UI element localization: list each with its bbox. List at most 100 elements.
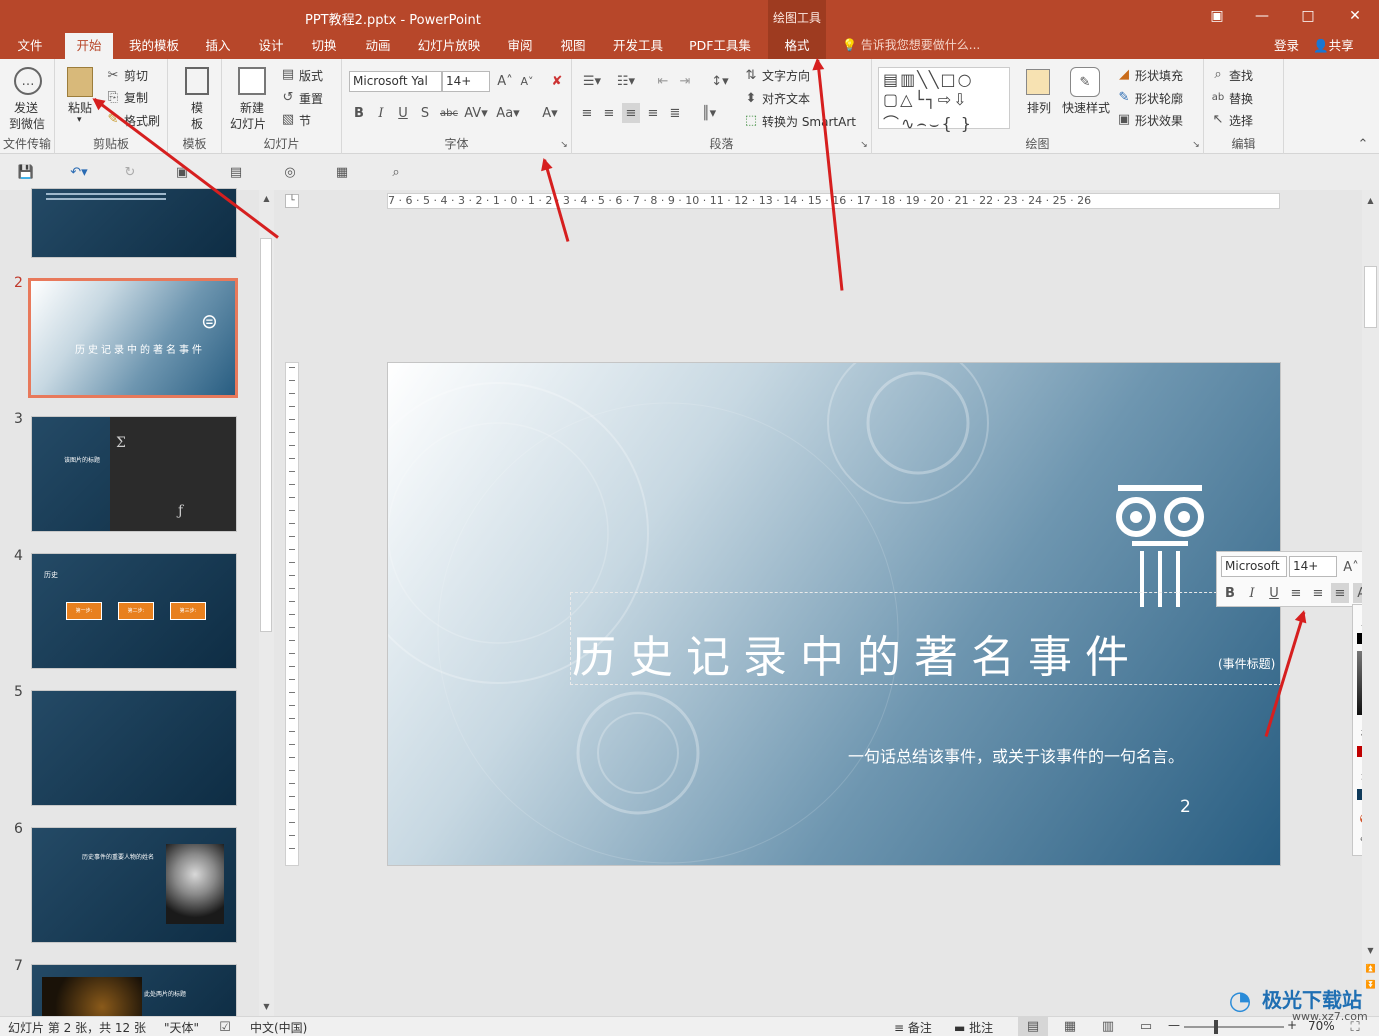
text-direction-label[interactable]: 文字方向 [762,67,810,84]
mini-font-size-combo[interactable]: 14+ [1289,556,1337,577]
tab-view[interactable]: 视图 [555,33,591,59]
tell-me-search[interactable]: 💡 告诉我您想要做什么... [842,33,980,59]
shapes-gallery[interactable]: ▤▥╲╲□○ ▢△└┐⇨⇩ ⌒∿⌢⌣{ } [878,67,1010,133]
mini-underline-icon[interactable]: U [1265,583,1283,603]
comments-button[interactable]: ▬ 批注 [954,1019,993,1036]
shape-outline-icon[interactable]: ✎ [1116,89,1132,105]
thumbnail-5[interactable] [31,690,237,806]
mini-font-name-combo[interactable]: Microsoft [1221,556,1287,577]
find-label[interactable]: 查找 [1229,67,1253,84]
tab-transitions[interactable]: 切换 [306,33,342,59]
numbering-icon[interactable]: ☷▾ [612,71,640,91]
presenter-icon[interactable]: ◎ [280,162,300,182]
tab-animations[interactable]: 动画 [360,33,396,59]
scroll-up-icon[interactable]: ▲ [260,192,273,204]
grow-font-icon[interactable]: A˄ [496,71,514,91]
share-button[interactable]: 👤共享 [1313,33,1354,58]
language[interactable]: 中文(中国) [250,1019,307,1036]
template-line2[interactable]: 板 [191,115,203,132]
bold-icon[interactable]: B [350,103,368,123]
convert-smartart-label[interactable]: 转换为 SmartArt [762,113,856,130]
change-case-icon[interactable]: Aa▾ [492,103,524,123]
select-icon[interactable]: ↖ [1210,111,1226,127]
distribute-icon[interactable]: ≣ [666,103,684,123]
slide-scrollbar[interactable]: ▲ ▼ ⏫ ⏬ [1362,190,1379,1016]
bullets-icon[interactable]: ☰▾ [578,71,606,91]
zoom-slider-handle[interactable] [1214,1020,1218,1034]
align-right-icon[interactable]: ≡ [622,103,640,123]
thumbnail-7[interactable]: 此处两片的标题 [31,964,237,1024]
copy-label[interactable]: 复制 [124,89,148,106]
scroll-up-icon[interactable]: ▲ [1364,194,1377,206]
scrollbar-thumb[interactable] [260,238,272,632]
section-label[interactable]: 节 [299,112,311,129]
ribbon-display-icon[interactable]: ▣ [1202,5,1232,27]
tab-my-templates[interactable]: 我的模板 [124,33,184,59]
align-text-label[interactable]: 对齐文本 [762,90,810,107]
zoom-out-icon[interactable]: — [1168,1018,1180,1032]
cut-label[interactable]: 剪切 [124,67,148,84]
scroll-down-icon[interactable]: ▼ [1364,944,1377,956]
section-icon[interactable]: ▧ [280,111,296,127]
copy-icon[interactable]: ⎘ [105,89,121,105]
increase-indent-icon[interactable]: ⇥ [676,71,694,91]
quick-styles-label[interactable]: 快速样式 [1062,99,1110,116]
thumbnail-2[interactable]: 历史记录中的著名事件 ⊜ [28,278,238,398]
shadow-icon[interactable]: S [416,103,434,123]
previous-slide-icon[interactable]: ⏫ [1364,962,1377,974]
wechat-icon[interactable]: … [14,67,42,95]
select-label[interactable]: 选择 [1229,112,1253,129]
notes-button[interactable]: ≡ 备注 [894,1019,932,1036]
collapse-ribbon-icon[interactable]: ⌃ [1356,137,1370,152]
tab-slideshow[interactable]: 幻灯片放映 [413,33,485,59]
save-icon[interactable]: 💾 [16,162,36,182]
strikethrough-icon[interactable]: abc [438,103,460,123]
tab-pdf-tools[interactable]: PDF工具集 [684,33,756,59]
mini-align-right-icon[interactable]: ≡ [1331,583,1349,603]
mini-italic-icon[interactable]: I [1243,583,1261,603]
reading-view-icon[interactable]: ▥ [1096,1017,1120,1036]
smartart-icon[interactable]: ⬚ [742,111,760,129]
char-spacing-icon[interactable]: AV▾ [462,103,490,123]
new-slide-line1[interactable]: 新建 [240,99,264,116]
slide-title[interactable]: 历史记录中的著名事件 [572,621,1142,685]
maximize-button[interactable]: □ [1293,5,1323,27]
tab-insert[interactable]: 插入 [200,33,236,59]
zoom-slider[interactable] [1184,1026,1284,1028]
slide-sorter-icon[interactable]: ▦ [1058,1017,1082,1036]
clear-format-icon[interactable]: ✘ [548,71,566,91]
tab-selector-icon[interactable]: └ [285,194,299,208]
tab-format[interactable]: 格式 [768,33,826,59]
layout-label[interactable]: 版式 [299,67,323,84]
shrink-font-icon[interactable]: A˅ [518,71,536,91]
font-size-combo[interactable]: 14+ [442,71,490,92]
arrange-label[interactable]: 排列 [1027,99,1051,116]
print-preview-icon[interactable]: ⌕ [386,162,406,182]
layout-icon[interactable]: ▤ [280,66,296,82]
thumbnail-1[interactable] [31,188,237,258]
thumbnails-scrollbar[interactable]: ▲ ▼ [259,190,274,1016]
send-wechat-line1[interactable]: 发送 [14,99,38,116]
tab-home[interactable]: 开始 [65,33,113,59]
replace-label[interactable]: 替换 [1229,90,1253,107]
scrollbar-thumb[interactable] [1364,266,1377,328]
mini-align-left-icon[interactable]: ≡ [1287,583,1305,603]
redo-icon[interactable]: ↻ [120,162,140,182]
template-line1[interactable]: 模 [191,99,203,116]
find-icon[interactable]: ⌕ [1210,66,1226,82]
login-link[interactable]: 登录 [1274,33,1299,58]
columns-icon[interactable]: ║▾ [696,103,722,123]
normal-view-icon[interactable]: ▤ [1018,1017,1048,1036]
thumbnail-6[interactable]: 历史事件的重要人物的姓名 [31,827,237,943]
tab-file[interactable]: 文件 [12,33,48,59]
reset-icon[interactable]: ↺ [280,89,296,105]
font-color-icon[interactable]: A▾ [536,103,564,123]
new-slide-line2[interactable]: 幻灯片 [230,115,266,132]
italic-icon[interactable]: I [372,103,390,123]
shape-outline-label[interactable]: 形状轮廓 [1135,90,1183,107]
new-slide-icon[interactable] [238,67,266,95]
scissors-icon[interactable]: ✂ [105,67,121,83]
text-direction-icon[interactable]: ⇅ [742,66,760,84]
shape-effects-label[interactable]: 形状效果 [1135,112,1183,129]
replace-icon[interactable]: ab [1210,89,1226,105]
